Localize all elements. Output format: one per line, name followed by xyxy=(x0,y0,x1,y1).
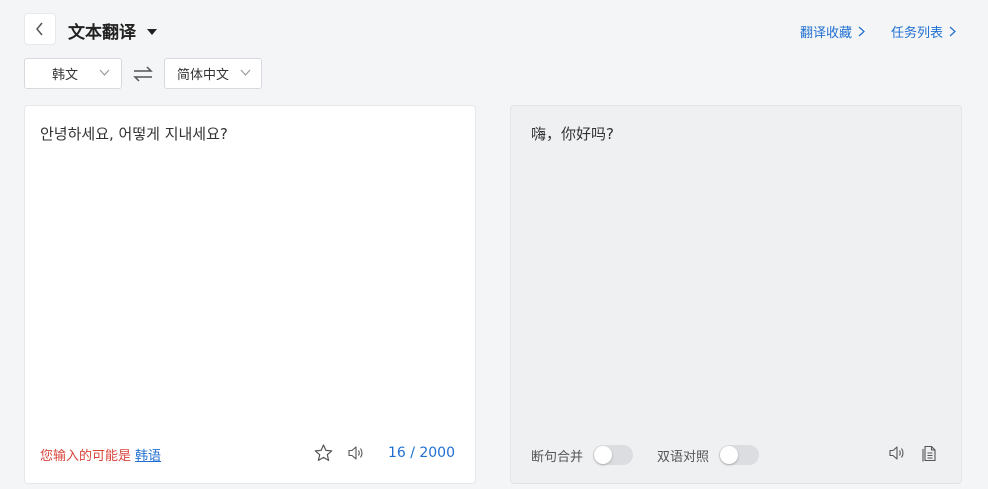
copy-icon[interactable] xyxy=(919,443,939,463)
source-toolbar: 16 / 2000 xyxy=(314,443,455,463)
task-list-link[interactable]: 任务列表 xyxy=(891,22,956,41)
favorites-link[interactable]: 翻译收藏 xyxy=(800,22,865,41)
toggle-knob xyxy=(594,446,613,464)
sentence-merge-label: 断句合并 xyxy=(531,449,584,465)
sentence-merge-toggle[interactable] xyxy=(593,445,634,465)
caret-down-icon xyxy=(146,21,158,41)
chevron-down-icon xyxy=(99,69,110,76)
chevron-right-icon xyxy=(949,26,956,37)
translation-toolbar xyxy=(887,443,939,463)
source-language-label: 韩文 xyxy=(52,68,79,83)
target-language-select[interactable]: 简体中文 xyxy=(164,58,262,89)
detected-language-link[interactable]: 韩语 xyxy=(135,449,161,464)
swap-icon[interactable] xyxy=(132,64,154,84)
star-icon[interactable] xyxy=(314,443,334,463)
translation-output: 嗨，你好吗? xyxy=(531,125,614,143)
source-text-panel[interactable]: 안녕하세요, 어떻게 지내세요? 您输入的可能是 韩语 16 / 2000 xyxy=(24,105,476,484)
detect-prefix: 您输入的可能是 xyxy=(40,449,132,464)
page-title-text: 文本翻译 xyxy=(68,23,136,43)
speaker-icon[interactable] xyxy=(346,443,366,463)
toggle-knob xyxy=(720,446,739,464)
bilingual-label: 双语对照 xyxy=(657,449,710,465)
language-detection-hint: 您输入的可能是 韩语 xyxy=(40,445,161,464)
translation-options: 断句合并 双语对照 xyxy=(531,445,783,465)
favorites-link-label: 翻译收藏 xyxy=(799,26,852,41)
top-links: 翻译收藏 任务列表 xyxy=(800,22,956,41)
target-language-label: 简体中文 xyxy=(177,68,230,83)
back-button[interactable] xyxy=(24,13,56,45)
page-title[interactable]: 文本翻译 xyxy=(68,18,158,43)
chevron-right-icon xyxy=(858,26,865,37)
bilingual-toggle[interactable] xyxy=(719,445,760,465)
chevron-left-icon xyxy=(36,22,43,36)
character-counter: 16 / 2000 xyxy=(387,445,455,461)
speaker-icon[interactable] xyxy=(887,443,907,463)
translation-panel: 嗨，你好吗? 断句合并 双语对照 xyxy=(510,105,962,484)
chevron-down-icon xyxy=(240,69,251,76)
source-language-select[interactable]: 韩文 xyxy=(24,58,122,89)
source-text-input[interactable]: 안녕하세요, 어떻게 지내세요? xyxy=(40,123,228,144)
task-list-link-label: 任务列表 xyxy=(890,26,943,41)
